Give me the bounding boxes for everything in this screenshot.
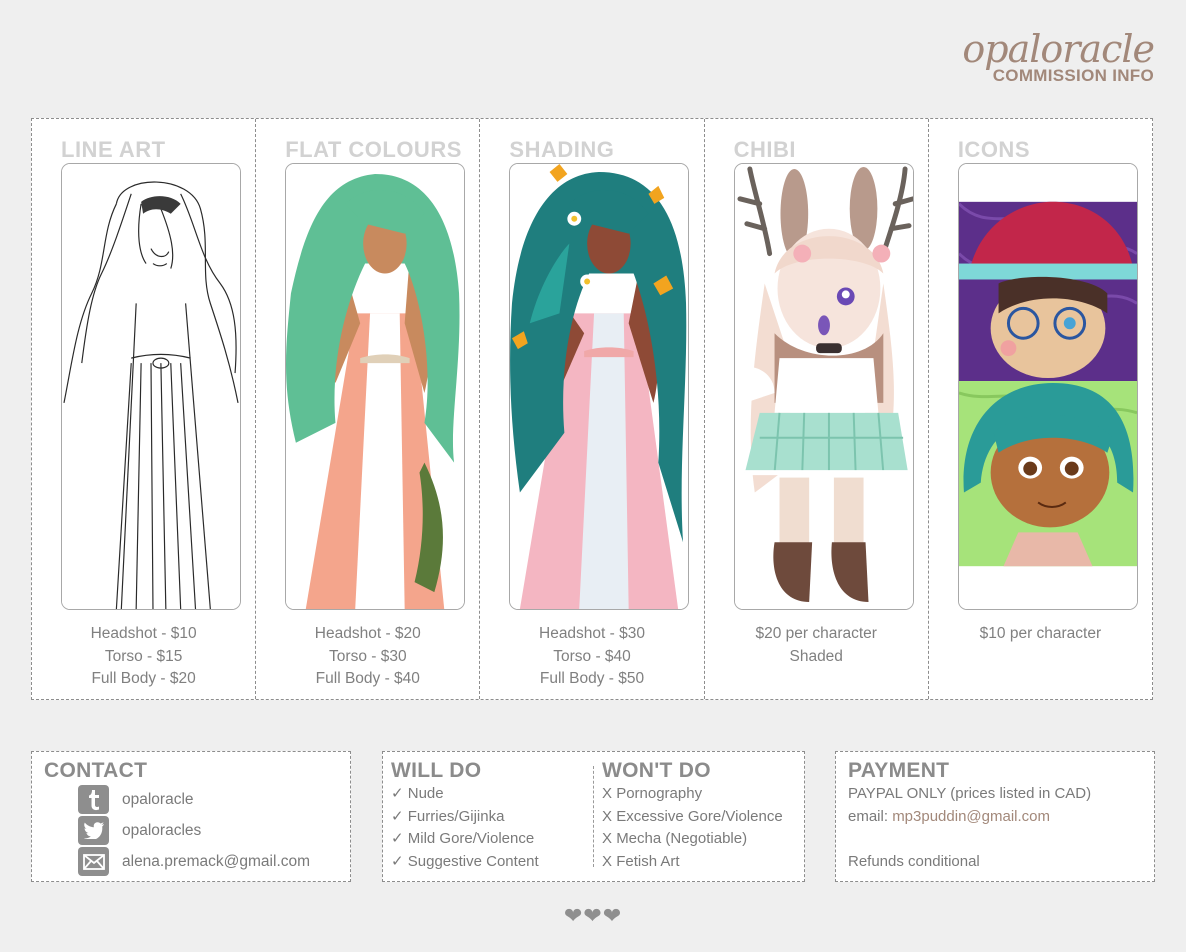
wont-do-item: X Mecha (Negotiable) <box>602 830 748 847</box>
shading-sample-image <box>509 163 690 610</box>
tier-prices: Headshot - $30 Torso - $40 Full Body - $… <box>480 623 703 691</box>
price-torso: Torso - $40 <box>553 647 631 665</box>
payment-email-label: email: <box>848 807 889 825</box>
price-headshot: Headshot - $20 <box>314 625 421 642</box>
x-icon: X <box>602 830 613 847</box>
tier-title: CHIBI <box>733 137 796 162</box>
will-do-item: ✓ Nude <box>391 785 444 802</box>
payment-email-link[interactable]: mp3puddin@gmail.com <box>892 808 1050 825</box>
wont-do-item: X Fetish Art <box>602 852 680 870</box>
price-full-body: Full Body - $20 <box>91 670 196 687</box>
x-icon: X <box>602 785 613 802</box>
contact-twitter-text[interactable]: opaloracles <box>122 822 201 840</box>
payment-method: PAYPAL ONLY (prices listed in CAD) <box>848 785 1092 802</box>
refund-policy: Refunds conditional <box>848 852 980 870</box>
contact-email-text[interactable]: alena.premack@gmail.com <box>122 853 310 871</box>
line-art-sample-image <box>61 163 241 610</box>
wont-do-item: X Excessive Gore/Violence <box>602 807 783 825</box>
check-icon: ✓ <box>391 807 404 825</box>
flat-colours-sample-image <box>285 163 466 610</box>
contact-email[interactable]: alena.premack@gmail.com <box>78 847 310 876</box>
payment-content: PAYMENT PAYPAL ONLY (prices listed in CA… <box>848 759 1091 873</box>
contact-title: CONTACT <box>44 759 148 782</box>
payment-spacer <box>848 828 1091 851</box>
wont-do-title: WON'T DO <box>602 759 711 782</box>
tier-shading: SHADING Headshot - $30 Torso - $40 Full … <box>480 119 705 699</box>
check-icon: ✓ <box>391 785 404 802</box>
tier-prices: Headshot - $10 Torso - $15 Full Body - $… <box>32 623 255 691</box>
tier-title: FLAT COLOURS <box>285 137 462 162</box>
price-full-body: Full Body - $40 <box>315 670 420 687</box>
tier-title: SHADING <box>509 137 615 162</box>
email-icon <box>78 847 109 876</box>
will-do-title: WILL DO <box>391 759 482 782</box>
price-per-character: $20 per character <box>755 625 877 642</box>
payment-title: PAYMENT <box>848 759 950 782</box>
will-do-item: ✓ Suggestive Content <box>391 852 539 870</box>
price-per-character: $10 per character <box>979 625 1102 642</box>
wont-do-column: WON'T DO X Pornography X Excessive Gore/… <box>602 759 783 873</box>
chibi-sample-image <box>733 163 914 610</box>
tier-chibi: CHIBI $20 per character Shaded <box>705 119 929 699</box>
x-icon: X <box>602 807 613 825</box>
tier-prices: $10 per character <box>929 623 1152 646</box>
tier-prices: Headshot - $20 Torso - $30 Full Body - $… <box>256 623 479 691</box>
check-icon: ✓ <box>391 852 404 870</box>
price-torso: Torso - $30 <box>329 647 407 665</box>
will-do-item: ✓ Furries/Gijinka <box>391 807 505 825</box>
check-icon: ✓ <box>391 830 404 847</box>
tier-line-art: LINE ART Headshot - $10 Torso - $15 Full… <box>32 119 257 699</box>
contact-tumblr[interactable]: opaloracle <box>78 785 194 814</box>
icons-sample-image <box>957 163 1138 610</box>
tier-flat-colours: FLAT COLOURS Headshot - $20 Torso - $30 … <box>256 119 481 699</box>
tier-title: ICONS <box>957 137 1030 162</box>
brand-name: opaloracle <box>962 27 1155 71</box>
contact-tumblr-text[interactable]: opaloracle <box>122 791 194 809</box>
tumblr-icon <box>78 785 109 814</box>
twitter-icon <box>78 816 109 845</box>
commission-tiers: LINE ART Headshot - $10 Torso - $15 Full… <box>31 118 1153 700</box>
x-icon: X <box>602 852 613 870</box>
wont-do-item: X Pornography <box>602 785 703 802</box>
hearts-divider: ❤❤❤ <box>563 903 623 928</box>
price-headshot: Headshot - $10 <box>90 625 197 642</box>
contact-twitter[interactable]: opaloracles <box>78 816 201 845</box>
payment-email-line: email: mp3puddin@gmail.com <box>848 806 1091 829</box>
column-divider <box>593 766 594 867</box>
tier-icons: ICONS $10 per character <box>929 119 1152 699</box>
price-note: Shaded <box>789 647 843 665</box>
price-torso: Torso - $15 <box>104 647 183 665</box>
will-do-column: WILL DO ✓ Nude ✓ Furries/Gijinka ✓ Mild … <box>391 759 539 873</box>
tier-prices: $20 per character Shaded <box>705 623 928 668</box>
contact-box: CONTACT opaloracle opaloracles alena.pre… <box>31 751 351 882</box>
price-headshot: Headshot - $30 <box>539 625 645 642</box>
price-full-body: Full Body - $50 <box>539 670 645 687</box>
tier-title: LINE ART <box>61 137 166 162</box>
will-do-item: ✓ Mild Gore/Violence <box>391 830 535 847</box>
will-do-box: WILL DO ✓ Nude ✓ Furries/Gijinka ✓ Mild … <box>382 751 805 882</box>
brand-logo: opaloracle COMMISSION INFO <box>962 27 1155 86</box>
payment-box: PAYMENT PAYPAL ONLY (prices listed in CA… <box>835 751 1155 882</box>
